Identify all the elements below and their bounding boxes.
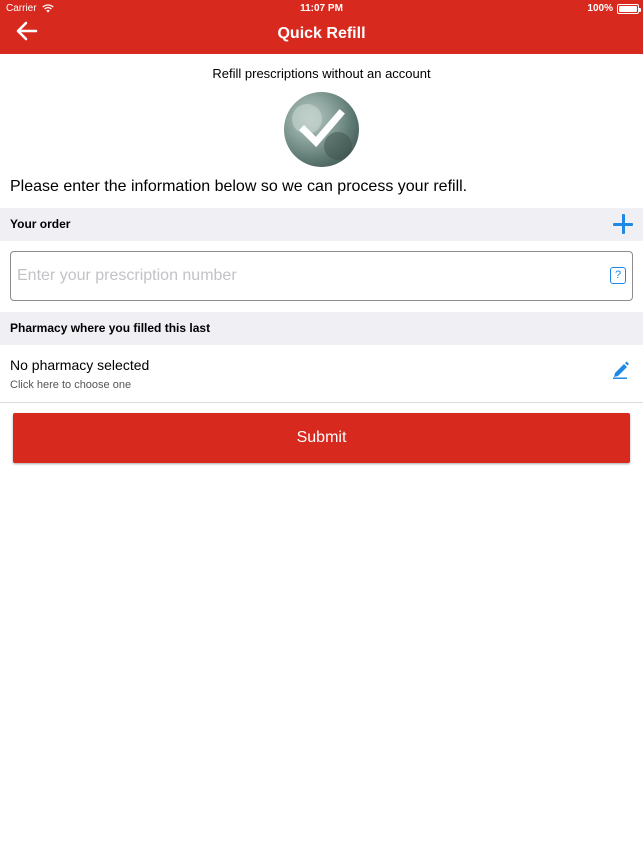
pharmacy-hint: Click here to choose one (10, 379, 132, 391)
battery-icon (617, 3, 641, 14)
intro-text: Please enter the information below so we… (10, 178, 468, 195)
page-subtitle: Refill prescriptions without an account (212, 66, 431, 81)
prescription-input-container: ? (10, 251, 633, 301)
page-title: Quick Refill (277, 25, 366, 42)
submit-button[interactable]: Submit (13, 413, 630, 463)
pharmacy-header-label: Pharmacy where you filled this last (10, 321, 211, 335)
app-header: Carrier 11:07 PM 100% Quick Refill (0, 0, 643, 54)
help-icon[interactable]: ? (610, 267, 626, 284)
battery-percent: 100% (587, 3, 613, 14)
order-header-label: Your order (10, 217, 71, 231)
add-prescription-button[interactable] (613, 214, 633, 234)
pencil-icon[interactable] (611, 359, 629, 379)
status-bar: Carrier 11:07 PM 100% (0, 0, 643, 18)
checkmark-icon (299, 109, 345, 148)
prescription-number-input[interactable] (17, 252, 597, 300)
pharmacy-section-header: Pharmacy where you filled this last (0, 312, 643, 345)
pharmacy-selected-label: No pharmacy selected (10, 357, 150, 373)
hero-image (284, 92, 359, 167)
status-battery-group: 100% (587, 3, 641, 14)
pharmacy-selector[interactable]: No pharmacy selected Click here to choos… (0, 345, 643, 403)
order-section-header: Your order (0, 208, 643, 241)
status-time: 11:07 PM (300, 3, 343, 14)
